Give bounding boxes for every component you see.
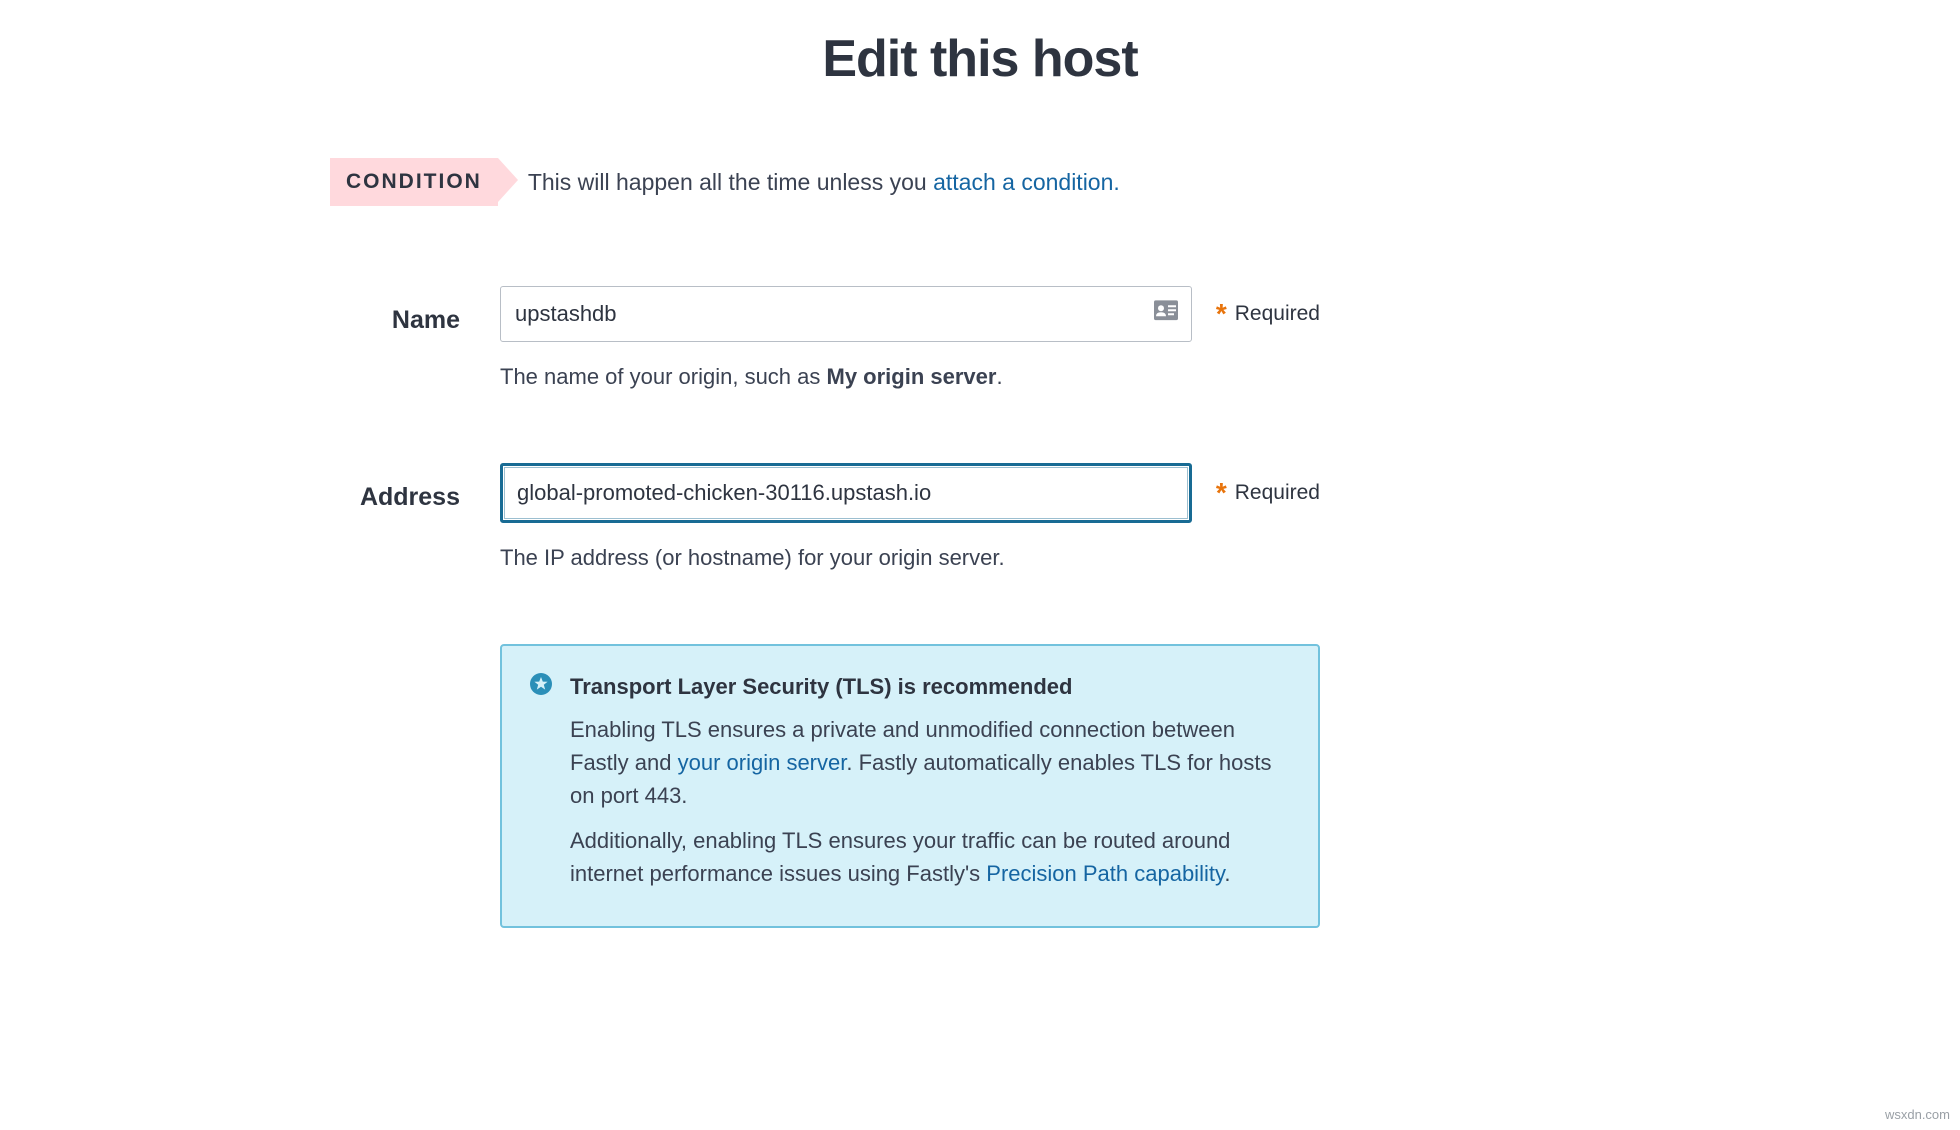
id-badge-icon: [1154, 298, 1178, 330]
info-paragraph-1: Enabling TLS ensures a private and unmod…: [570, 713, 1290, 812]
address-input[interactable]: [500, 463, 1192, 523]
address-help: The IP address (or hostname) for your or…: [500, 541, 1320, 574]
asterisk-icon: *: [1216, 479, 1227, 507]
tls-info-box: Transport Layer Security (TLS) is recomm…: [500, 644, 1320, 928]
name-help-bold: My origin server: [827, 364, 997, 389]
name-help: The name of your origin, such as My orig…: [500, 360, 1320, 393]
address-label: Address: [320, 463, 500, 517]
name-help-prefix: The name of your origin, such as: [500, 364, 827, 389]
your-origin-server-link[interactable]: your origin server: [678, 750, 847, 775]
info-p2-after: .: [1224, 861, 1230, 886]
name-label: Name: [320, 286, 500, 340]
star-circle-icon: [530, 673, 552, 705]
address-required: * Required: [1216, 477, 1320, 509]
info-title: Transport Layer Security (TLS) is recomm…: [570, 670, 1290, 703]
address-row: Address * Required The IP address (or ho…: [320, 463, 1640, 574]
asterisk-icon: *: [1216, 300, 1227, 328]
attach-condition-link[interactable]: attach a condition.: [933, 169, 1120, 195]
condition-text: This will happen all the time unless you…: [528, 165, 1120, 200]
info-row: . Transport Layer Security (TLS) is reco…: [320, 644, 1640, 928]
required-label: Required: [1235, 477, 1320, 509]
condition-text-before: This will happen all the time unless you: [528, 169, 933, 195]
name-row: Name: [320, 286, 1640, 393]
precision-path-link[interactable]: Precision Path capability: [986, 861, 1224, 886]
name-input[interactable]: [500, 286, 1192, 342]
page-title: Edit this host: [320, 20, 1640, 98]
info-paragraph-2: Additionally, enabling TLS ensures your …: [570, 824, 1290, 890]
name-required: * Required: [1216, 298, 1320, 330]
watermark: wsxdn.com: [1885, 1105, 1950, 1125]
condition-tag: CONDITION: [330, 158, 498, 206]
required-label: Required: [1235, 298, 1320, 330]
name-help-suffix: .: [996, 364, 1002, 389]
condition-row: CONDITION This will happen all the time …: [320, 158, 1640, 206]
